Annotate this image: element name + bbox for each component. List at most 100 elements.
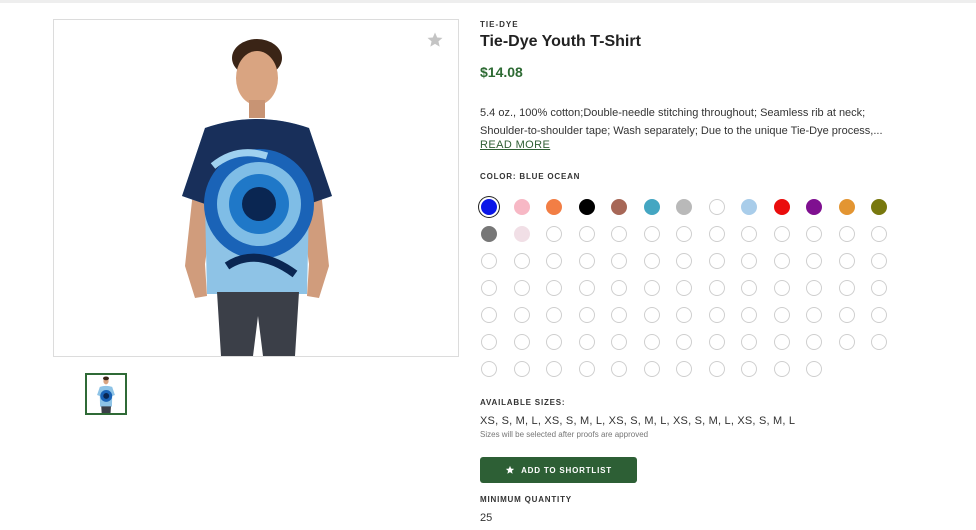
color-swatch[interactable] [773,280,790,296]
color-swatch[interactable] [871,307,887,323]
color-swatch[interactable] [643,361,660,377]
color-swatch[interactable] [773,199,790,215]
color-swatch[interactable] [513,226,530,242]
color-swatch[interactable] [838,226,855,242]
color-swatch[interactable] [708,280,725,296]
color-swatch[interactable] [481,226,497,242]
color-swatch[interactable] [773,307,790,323]
color-swatch[interactable] [838,199,855,215]
color-swatch[interactable] [611,334,627,350]
color-swatch[interactable] [741,253,757,269]
color-swatch[interactable] [546,334,562,350]
color-swatch[interactable] [806,334,822,350]
read-more-link[interactable]: READ MORE [480,139,550,151]
color-swatch[interactable] [741,199,757,215]
color-swatch[interactable] [611,226,627,242]
color-swatch[interactable] [773,226,790,242]
color-swatch[interactable] [708,199,725,215]
color-swatch[interactable] [611,199,627,215]
color-swatch[interactable] [838,280,855,296]
color-swatch[interactable] [578,334,595,350]
color-swatch[interactable] [708,226,725,242]
color-swatch[interactable] [546,361,562,377]
color-swatch[interactable] [611,280,627,296]
color-swatch[interactable] [546,226,562,242]
color-swatch[interactable] [871,334,887,350]
product-title: Tie-Dye Youth T-Shirt [480,33,641,50]
color-swatch[interactable] [481,253,497,269]
color-swatch[interactable] [773,253,790,269]
color-swatch[interactable] [871,199,887,215]
color-swatch[interactable] [643,226,660,242]
add-to-shortlist-button[interactable]: ADD TO SHORTLIST [480,457,637,483]
color-swatch[interactable] [578,280,595,296]
color-swatch[interactable] [838,334,855,350]
color-swatch[interactable] [578,226,595,242]
color-swatch[interactable] [773,334,790,350]
color-swatch[interactable] [546,280,562,296]
color-swatch[interactable] [806,307,822,323]
color-swatch[interactable] [708,334,725,350]
color-swatch[interactable] [546,199,562,215]
color-swatch[interactable] [741,226,757,242]
color-swatch[interactable] [676,334,692,350]
description-line: 5.4 oz., 100% cotton;Double-needle stitc… [480,107,866,119]
color-swatch[interactable] [741,307,757,323]
color-swatch[interactable] [578,199,595,215]
color-swatch[interactable] [806,361,822,377]
color-swatch[interactable] [513,361,530,377]
color-swatch[interactable] [773,361,790,377]
color-swatch[interactable] [643,253,660,269]
color-swatch[interactable] [676,226,692,242]
sizes-note: Sizes will be selected after proofs are … [480,430,649,439]
favorite-star-icon[interactable] [426,31,444,49]
color-swatch[interactable] [611,253,627,269]
color-swatch[interactable] [513,199,530,215]
color-swatch[interactable] [676,361,692,377]
color-swatch[interactable] [676,253,692,269]
color-swatch[interactable] [806,253,822,269]
star-icon [505,465,515,474]
color-swatch[interactable] [546,253,562,269]
color-swatch[interactable] [871,253,887,269]
color-swatch[interactable] [708,307,725,323]
color-swatch[interactable] [481,334,497,350]
model-tshirt-illustration [182,39,332,356]
color-swatch[interactable] [708,253,725,269]
color-swatch[interactable] [806,199,822,215]
color-swatch[interactable] [708,361,725,377]
color-swatch[interactable] [643,280,660,296]
color-swatch[interactable] [513,307,530,323]
color-swatch[interactable] [481,280,497,296]
color-swatch[interactable] [676,199,692,215]
color-swatch[interactable] [676,307,692,323]
color-swatch[interactable] [481,199,497,215]
color-swatch[interactable] [546,307,562,323]
color-swatch[interactable] [838,307,855,323]
color-swatch[interactable] [838,253,855,269]
color-swatch[interactable] [611,307,627,323]
color-swatch[interactable] [871,280,887,296]
color-swatch[interactable] [741,334,757,350]
color-swatch[interactable] [578,253,595,269]
color-swatch[interactable] [513,253,530,269]
color-swatch[interactable] [643,199,660,215]
color-swatch[interactable] [806,280,822,296]
color-swatch[interactable] [643,334,660,350]
color-swatch[interactable] [611,361,627,377]
color-swatch[interactable] [513,334,530,350]
color-swatch[interactable] [481,361,497,377]
product-price: $14.08 [480,64,523,80]
color-swatch[interactable] [513,280,530,296]
color-swatch[interactable] [578,361,595,377]
color-swatch[interactable] [806,226,822,242]
color-swatch[interactable] [481,307,497,323]
color-swatch[interactable] [741,361,757,377]
color-swatch[interactable] [871,226,887,242]
color-swatch[interactable] [578,307,595,323]
color-swatch[interactable] [676,280,692,296]
color-swatch[interactable] [741,280,757,296]
product-thumbnail[interactable] [85,373,127,415]
brand-label: TIE-DYE [480,20,519,29]
color-swatch[interactable] [643,307,660,323]
